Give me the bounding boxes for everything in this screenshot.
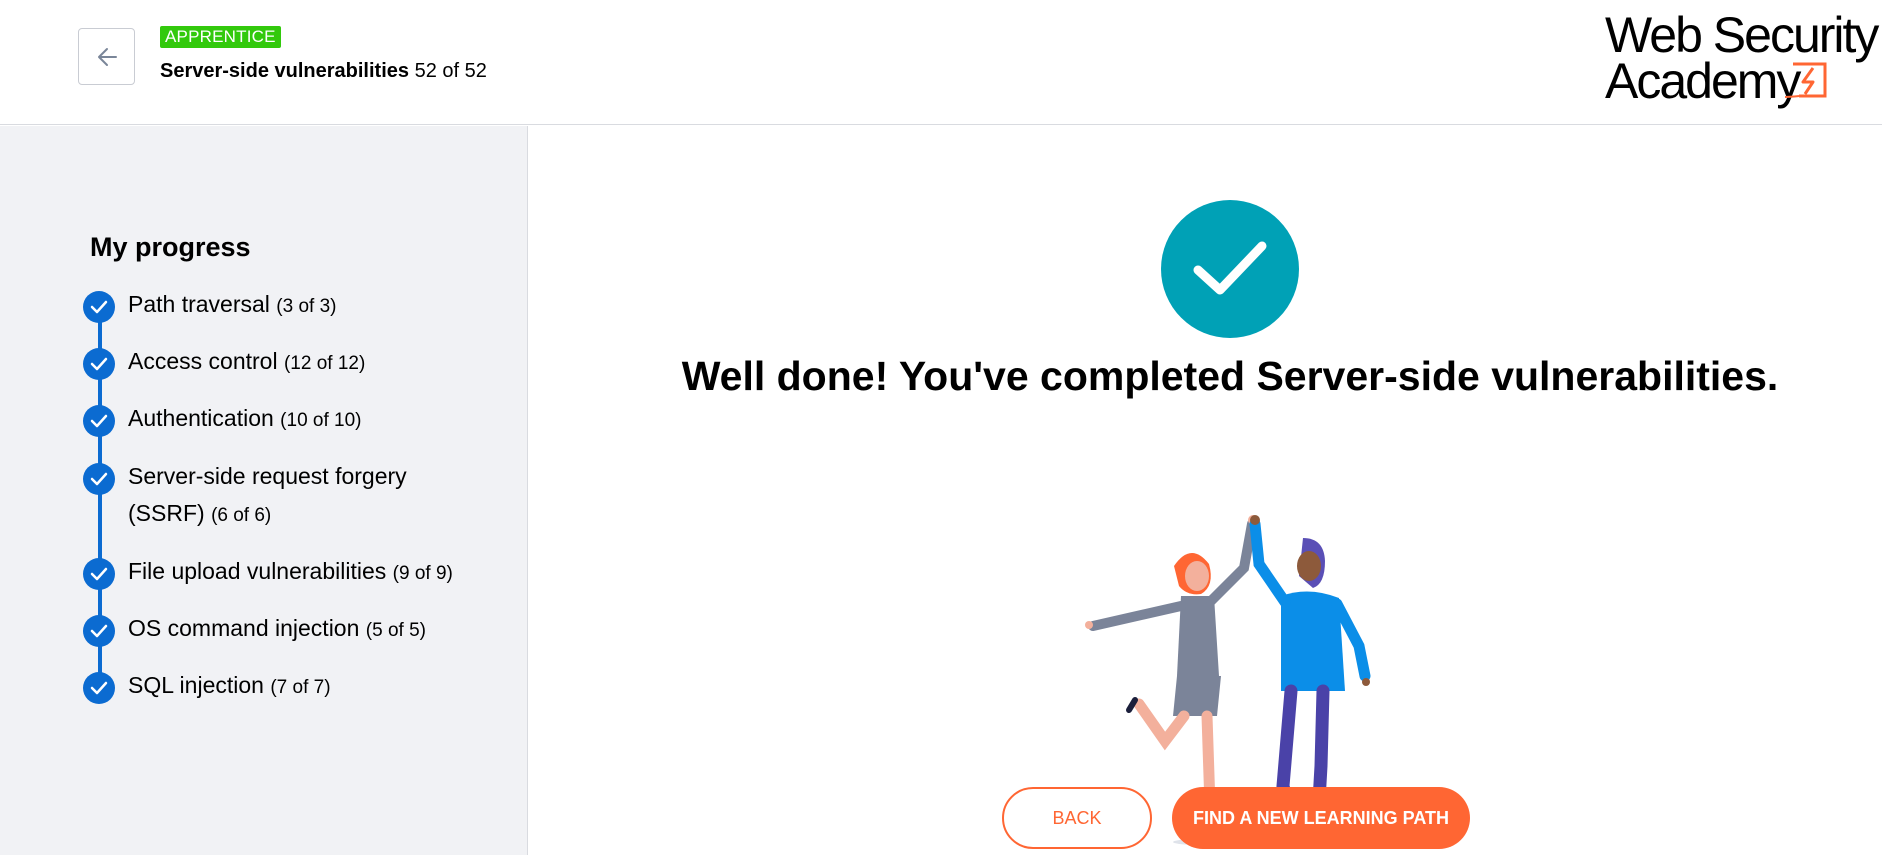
page-header: APPRENTICE Server-side vulnerabilities 5… — [0, 0, 1882, 125]
progress-item-count: (6 of 6) — [211, 505, 272, 526]
completed-check-icon — [83, 348, 115, 380]
lightning-square-icon — [1785, 62, 1827, 98]
progress-item-sql-injection[interactable]: SQL injection (7 of 7) — [83, 667, 468, 706]
completed-check-icon — [83, 615, 115, 647]
completed-check-icon — [83, 558, 115, 590]
arrow-left-icon — [97, 47, 117, 66]
back-button[interactable]: BACK — [1002, 787, 1152, 849]
progress-sidebar: My progress Path traversal (3 of 3) Acce… — [0, 126, 528, 855]
progress-item-count: (10 of 10) — [280, 410, 362, 431]
completion-headline: Well done! You've completed Server-side … — [681, 353, 1779, 399]
progress-item-os-command-injection[interactable]: OS command injection (5 of 5) — [83, 610, 468, 649]
learning-path-name: Server-side vulnerabilities — [160, 60, 410, 82]
learning-path-position: 52 of 52 — [414, 60, 487, 82]
completed-check-icon — [83, 405, 115, 437]
learning-path-info: Server-side vulnerabilities 52 of 52 — [160, 58, 487, 84]
progress-item-label: SQL injection — [128, 672, 264, 698]
progress-item-file-upload[interactable]: File upload vulnerabilities (9 of 9) — [83, 553, 468, 592]
progress-item-access-control[interactable]: Access control (12 of 12) — [83, 343, 468, 382]
find-new-learning-path-button[interactable]: FIND A NEW LEARNING PATH — [1172, 787, 1470, 849]
progress-item-count: (3 of 3) — [276, 296, 337, 317]
progress-item-count: (5 of 5) — [365, 620, 426, 641]
progress-item-label: Path traversal — [128, 291, 270, 317]
progress-item-ssrf[interactable]: Server-side request forgery (SSRF) (6 of… — [83, 458, 468, 534]
completion-panel: Well done! You've completed Server-side … — [529, 126, 1882, 855]
progress-item-count: (9 of 9) — [392, 563, 453, 584]
completed-check-icon — [83, 463, 115, 495]
level-badge: APPRENTICE — [160, 26, 281, 48]
progress-item-authentication[interactable]: Authentication (10 of 10) — [83, 400, 468, 439]
progress-item-label: Authentication — [128, 405, 274, 431]
completed-check-icon — [83, 672, 115, 704]
progress-item-path-traversal[interactable]: Path traversal (3 of 3) — [83, 286, 468, 325]
progress-item-label: Access control — [128, 348, 278, 374]
progress-item-count: (7 of 7) — [270, 677, 331, 698]
back-arrow-button[interactable] — [78, 28, 135, 85]
progress-title: My progress — [90, 232, 251, 262]
logo-text-line2: Academy — [1605, 53, 1801, 109]
checkmark-icon — [1193, 241, 1267, 295]
progress-item-label: File upload vulnerabilities — [128, 558, 387, 584]
completed-check-icon — [83, 291, 115, 323]
progress-item-label: OS command injection — [128, 615, 360, 641]
web-security-academy-logo[interactable]: Web Security Academy — [1605, 10, 1879, 109]
success-badge — [1161, 200, 1299, 338]
progress-item-count: (12 of 12) — [283, 353, 366, 374]
